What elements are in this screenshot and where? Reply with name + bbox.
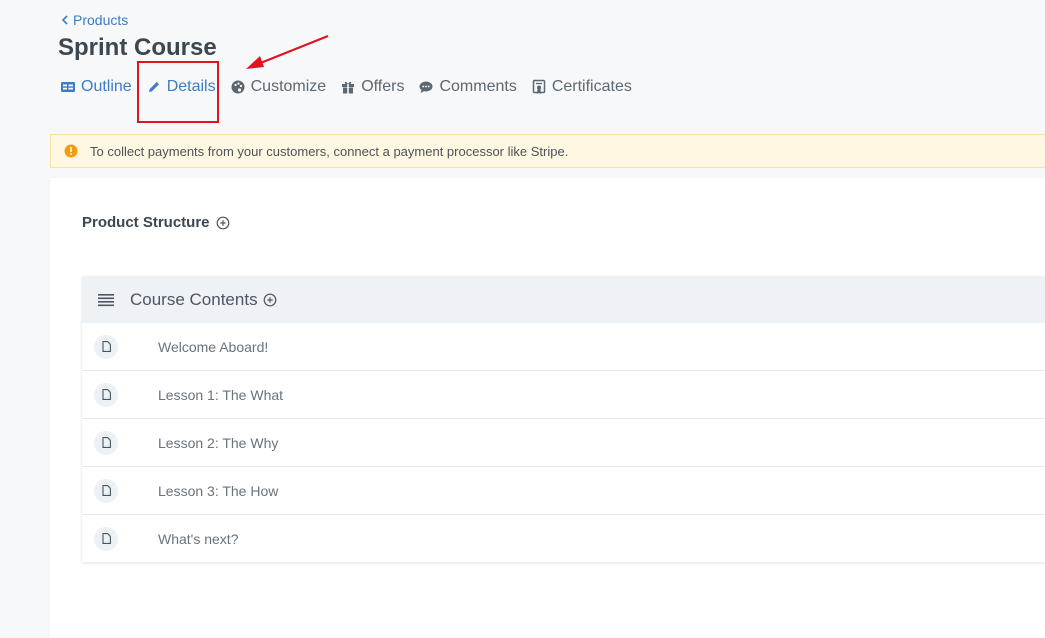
lesson-row[interactable]: Welcome Aboard! <box>82 323 1045 370</box>
course-contents-panel: Course Contents Welcome Aboard! Lesson 1… <box>82 276 1045 562</box>
lesson-row[interactable]: Lesson 1: The What <box>82 370 1045 418</box>
course-contents-title: Course Contents <box>130 289 258 309</box>
tab-certificates[interactable]: Certificates <box>531 78 632 96</box>
lesson-row[interactable]: Lesson 2: The Why <box>82 418 1045 466</box>
add-circle-icon[interactable] <box>263 293 277 307</box>
lesson-row[interactable]: Lesson 3: The How <box>82 466 1045 514</box>
tab-label: Details <box>166 78 216 95</box>
document-icon <box>94 478 118 503</box>
lesson-title: Lesson 2: The Why <box>158 434 279 451</box>
outline-icon <box>61 82 75 92</box>
lesson-title: Welcome Aboard! <box>158 338 269 355</box>
tab-label: Customize <box>250 78 327 95</box>
tab-customize[interactable]: Customize <box>230 78 327 96</box>
back-link-label: Products <box>73 12 129 28</box>
document-icon <box>94 334 118 359</box>
tab-details[interactable]: Details <box>146 78 216 96</box>
tab-comments[interactable]: Comments <box>418 78 517 96</box>
page-title: Sprint Course <box>58 34 217 61</box>
tab-label: Offers <box>361 78 405 95</box>
pencil-icon <box>148 82 159 92</box>
document-icon <box>94 526 118 551</box>
document-icon <box>94 382 118 407</box>
tab-label: Comments <box>439 78 517 95</box>
tab-label: Certificates <box>551 78 632 95</box>
lesson-title: What's next? <box>158 530 239 547</box>
tab-label: Outline <box>81 78 132 95</box>
tab-outline[interactable]: Outline <box>60 78 132 96</box>
section-title-label: Product Structure <box>82 214 210 231</box>
list-icon <box>98 293 114 306</box>
comment-icon <box>419 81 433 93</box>
gift-icon <box>342 81 355 94</box>
product-tabs: Outline Details Customize Offers Comment… <box>60 76 646 98</box>
warning-icon <box>64 144 78 158</box>
lesson-list: Welcome Aboard! Lesson 1: The What Lesso… <box>82 323 1045 562</box>
certificate-icon <box>532 79 546 94</box>
tab-offers[interactable]: Offers <box>340 78 404 96</box>
add-circle-icon[interactable] <box>216 216 230 230</box>
product-structure-heading: Product Structure <box>82 214 230 231</box>
lesson-title: Lesson 1: The What <box>158 386 284 403</box>
lesson-title: Lesson 3: The How <box>158 482 279 499</box>
annotation-arrow <box>246 34 329 69</box>
back-to-products-link[interactable]: Products <box>61 12 128 28</box>
course-contents-header[interactable]: Course Contents <box>82 276 1045 323</box>
document-icon <box>94 430 118 455</box>
lesson-row[interactable]: What's next? <box>82 514 1045 562</box>
palette-icon <box>231 80 245 94</box>
alert-text: To collect payments from your customers,… <box>90 143 569 159</box>
chevron-left-icon <box>61 15 68 25</box>
product-structure-card: Product Structure Course Contents Welcom… <box>50 178 1045 638</box>
payment-alert-banner: To collect payments from your customers,… <box>50 134 1045 168</box>
